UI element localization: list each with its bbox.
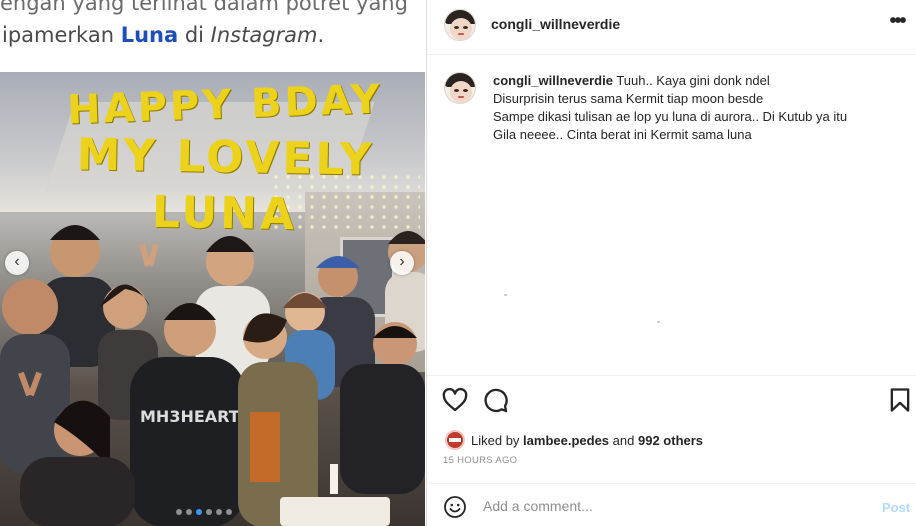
carousel-dot [226,509,232,515]
caption-line: Tuuh.. Kaya gini donk ndel [616,73,770,88]
post-photo[interactable]: HAPPY BDAY MY LOVELY LUNA MH3HEART ‹ › [0,72,425,526]
caption-username[interactable]: congli_willneverdie [493,73,613,88]
likes-summary: Liked by lambee.pedes and 992 others [445,430,703,450]
post-comment-button[interactable]: Post [882,500,910,515]
carousel-dot [206,509,212,515]
post-caption: congli_willneverdie Tuuh.. Kaya gini don… [493,72,903,144]
comment-input[interactable] [483,494,863,518]
comment-bar: Post [427,483,916,526]
post-header: congli_willneverdie ••• [427,0,916,55]
article-text: . [317,23,325,47]
luna-link[interactable]: Luna [121,23,178,47]
author-avatar[interactable] [444,9,476,41]
article-line-1: engan yang terlihat dalam potret yang [0,0,408,15]
article-line-2: ipamerkan Luna di Instagram. [2,20,324,50]
carousel-next-button[interactable]: › [390,251,414,275]
carousel-dot-active [196,509,202,515]
article-excerpt: engan yang terlihat dalam potret yang ip… [0,0,425,72]
likes-prefix: Liked by [471,432,520,448]
carousel-prev-button[interactable]: ‹ [5,251,29,275]
instagram-text: Instagram [210,23,318,47]
liker-username[interactable]: lambee.pedes [523,433,609,448]
more-horizontal-icon[interactable]: ••• [885,11,909,38]
carousel-dots [176,509,232,515]
caption-line: Sampe dikasi tulisan ae lop yu luna di a… [493,109,848,124]
smile-icon[interactable] [443,495,467,519]
caption-author-avatar[interactable] [444,72,476,104]
article-text: ipamerkan [2,23,121,47]
likes-others-link[interactable]: 992 others [638,433,703,448]
author-username[interactable]: congli_willneverdie [491,16,620,32]
actions-divider [427,375,916,376]
bookmark-icon[interactable] [886,386,914,414]
group-photo-people: MH3HEART [0,225,425,526]
caption-line: Disurprisin terus sama Kermit tiap moon … [493,91,764,106]
likes-middle: and [612,432,635,448]
article-text: di [178,23,211,47]
post-sidebar: congli_willneverdie ••• congli_willnever… [426,0,916,526]
carousel-dot [216,509,222,515]
svg-text:MH3HEART: MH3HEART [140,407,240,426]
comment-icon[interactable] [481,386,509,414]
carousel-dot [186,509,192,515]
liker-avatar[interactable] [445,430,465,450]
carousel-dot [176,509,182,515]
post-timestamp[interactable]: 15 HOURS AGO [443,455,517,466]
caption-line: Gila neeee.. Cinta berat ini Kermit sama… [493,127,752,142]
artifact-mark [657,321,660,323]
artifact-mark [504,294,507,296]
heart-icon[interactable] [441,386,469,414]
